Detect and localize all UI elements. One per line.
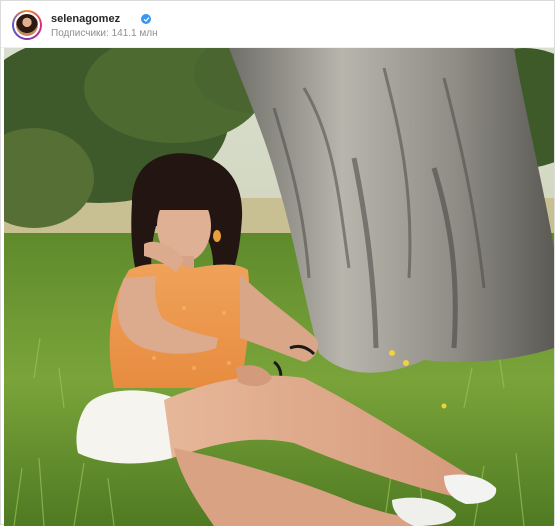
avatar-image <box>14 12 40 38</box>
profile-avatar[interactable] <box>12 10 42 40</box>
followers-count: Подписчики: 141.1 млн <box>51 28 158 39</box>
post-header: selenagomez Подписчики: 141.1 млн <box>1 1 554 48</box>
post-container: selenagomez Подписчики: 141.1 млн <box>0 0 555 526</box>
username-link[interactable]: selenagomez <box>51 13 120 25</box>
post-photo[interactable] <box>4 48 554 526</box>
verified-badge-icon <box>141 14 151 24</box>
photo-illustration <box>4 48 554 526</box>
